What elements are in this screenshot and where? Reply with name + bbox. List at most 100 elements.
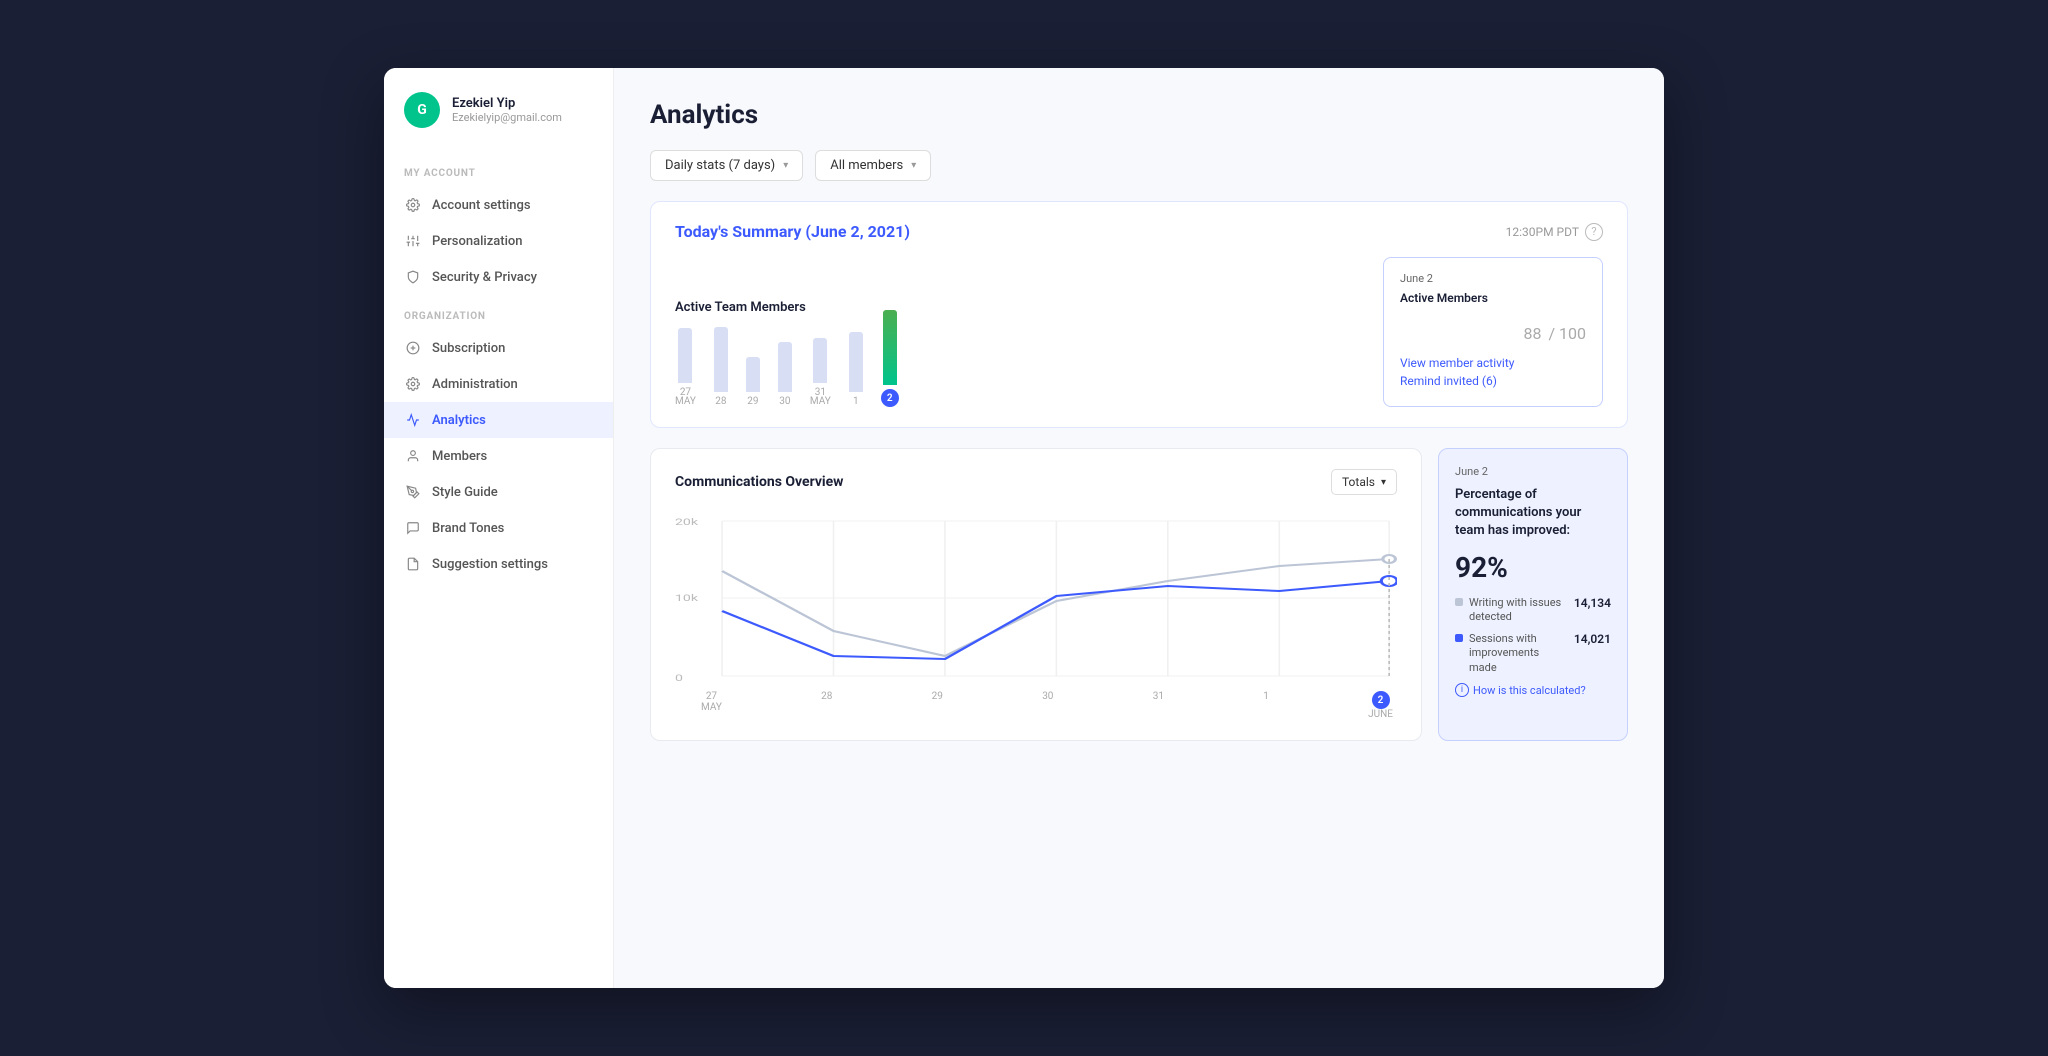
brush-icon <box>404 483 422 501</box>
sessions-value: 14,021 <box>1574 632 1611 646</box>
gear-icon <box>404 375 422 393</box>
sidebar-item-label: Personalization <box>432 234 523 249</box>
sidebar-item-label: Brand Tones <box>432 521 504 536</box>
sidebar-item-analytics[interactable]: Analytics <box>384 402 613 438</box>
sidebar-item-suggestion-settings[interactable]: Suggestion settings <box>384 546 613 582</box>
detail-label: Active Members <box>1400 291 1586 305</box>
user-profile: G Ezekiel Yip Ezekielyip@gmail.com <box>384 92 613 152</box>
bar-chart: 27 MAY 28 <box>675 327 1363 407</box>
sessions-label: Sessions with improvements made <box>1469 632 1568 675</box>
stats-card: June 2 Percentage of communications your… <box>1438 448 1628 741</box>
members-filter[interactable]: All members ▾ <box>815 150 931 181</box>
sidebar-item-label: Administration <box>432 377 518 392</box>
detail-date: June 2 <box>1400 272 1586 285</box>
bottom-section: Communications Overview Totals ▾ 20k 10k… <box>650 448 1628 741</box>
bar <box>813 338 827 383</box>
sidebar-item-label: Account settings <box>432 198 531 213</box>
bar-date-label: 27 MAY <box>675 387 696 407</box>
x-label-4: 30 <box>1042 691 1053 720</box>
line-chart-svg: 20k 10k 0 <box>675 511 1397 691</box>
filters-row: Daily stats (7 days) ▾ All members ▾ <box>650 150 1628 181</box>
sidebar-item-label: Members <box>432 449 487 464</box>
user-email: Ezekielyip@gmail.com <box>452 111 562 124</box>
stats-headline: Percentage of communications your team h… <box>1455 486 1611 541</box>
my-account-label: MY ACCOUNT <box>384 152 613 187</box>
user-info: Ezekiel Yip Ezekielyip@gmail.com <box>452 96 562 124</box>
svg-text:20k: 20k <box>675 517 698 528</box>
gear-icon <box>404 196 422 214</box>
stats-date: June 2 <box>1455 465 1611 478</box>
summary-time: 12:30PM PDT ? <box>1506 223 1603 241</box>
sidebar: G Ezekiel Yip Ezekielyip@gmail.com MY AC… <box>384 68 614 988</box>
x-label-5: 31 <box>1153 691 1164 720</box>
dollar-icon <box>404 339 422 357</box>
bar <box>849 332 863 392</box>
bar-date-label: 28 <box>715 396 726 407</box>
svg-text:10k: 10k <box>675 593 698 604</box>
info-icon: i <box>1455 683 1469 697</box>
bar-group-7: 2 <box>881 310 899 407</box>
bar <box>778 342 792 392</box>
bar-date-label: 30 <box>779 396 790 407</box>
sidebar-item-security[interactable]: Security & Privacy <box>384 259 613 295</box>
period-label: Daily stats (7 days) <box>665 158 775 173</box>
x-label-6: 1 <box>1263 691 1269 720</box>
bar-group-3: 29 <box>746 357 760 407</box>
totals-filter[interactable]: Totals ▾ <box>1331 469 1397 495</box>
x-label-3: 29 <box>932 691 943 720</box>
stats-percent: 92% <box>1455 551 1611 584</box>
organization-label: ORGANIZATION <box>384 295 613 330</box>
sidebar-item-subscription[interactable]: Subscription <box>384 330 613 366</box>
summary-title: Today's Summary (June 2, 2021) <box>675 222 910 241</box>
active-members-detail: June 2 Active Members 88 / 100 View memb… <box>1383 257 1603 407</box>
sidebar-item-members[interactable]: Members <box>384 438 613 474</box>
bar-group-1: 27 MAY <box>675 328 696 407</box>
bar-group-4: 30 <box>778 342 792 407</box>
sidebar-item-label: Suggestion settings <box>432 557 548 572</box>
bar-group-2: 28 <box>714 327 728 407</box>
chevron-down-icon: ▾ <box>1381 477 1386 488</box>
writing-value: 14,134 <box>1574 596 1611 610</box>
person-icon <box>404 447 422 465</box>
view-member-activity-link[interactable]: View member activity <box>1400 356 1586 370</box>
legend-dot-blue <box>1455 634 1463 642</box>
sidebar-item-brand-tones[interactable]: Brand Tones <box>384 510 613 546</box>
svg-text:0: 0 <box>675 673 683 684</box>
remind-invited-link[interactable]: Remind invited (6) <box>1400 374 1586 388</box>
members-label: All members <box>830 158 903 173</box>
sidebar-item-personalization[interactable]: Personalization <box>384 223 613 259</box>
bar <box>714 327 728 392</box>
sidebar-item-label: Security & Privacy <box>432 270 537 285</box>
bar-active <box>883 310 897 385</box>
sliders-icon <box>404 232 422 250</box>
sidebar-item-account-settings[interactable]: Account settings <box>384 187 613 223</box>
chart-label: Active Team Members <box>675 300 1363 315</box>
bar-date-label: 29 <box>747 396 758 407</box>
chevron-down-icon: ▾ <box>911 160 916 171</box>
sidebar-item-label: Analytics <box>432 413 486 428</box>
help-icon[interactable]: ? <box>1585 223 1603 241</box>
bar-date-label: 2 <box>881 389 899 407</box>
detail-count: 88 / 100 <box>1523 313 1586 346</box>
main-content: Analytics Daily stats (7 days) ▾ All mem… <box>614 68 1664 988</box>
sidebar-item-administration[interactable]: Administration <box>384 366 613 402</box>
how-calculated-link[interactable]: i How is this calculated? <box>1455 683 1611 697</box>
avatar: G <box>404 92 440 128</box>
bar-date-label: 31 MAY <box>810 387 831 407</box>
bar <box>746 357 760 392</box>
chart-icon <box>404 411 422 429</box>
comm-header: Communications Overview Totals ▾ <box>675 469 1397 495</box>
chat-icon <box>404 519 422 537</box>
bar-date-label: 1 <box>853 396 859 407</box>
bar-group-6: 1 <box>849 332 863 407</box>
sidebar-item-style-guide[interactable]: Style Guide <box>384 474 613 510</box>
sidebar-item-label: Style Guide <box>432 485 498 500</box>
summary-card: Today's Summary (June 2, 2021) 12:30PM P… <box>650 201 1628 428</box>
doc-icon <box>404 555 422 573</box>
x-axis: 27 MAY 28 29 30 31 <box>675 691 1397 720</box>
legend-dot-grey <box>1455 598 1463 606</box>
x-label-1: 27 MAY <box>701 691 722 720</box>
summary-body: Active Team Members 27 MAY <box>675 257 1603 407</box>
period-filter[interactable]: Daily stats (7 days) ▾ <box>650 150 803 181</box>
writing-label: Writing with issues detected <box>1469 596 1568 625</box>
